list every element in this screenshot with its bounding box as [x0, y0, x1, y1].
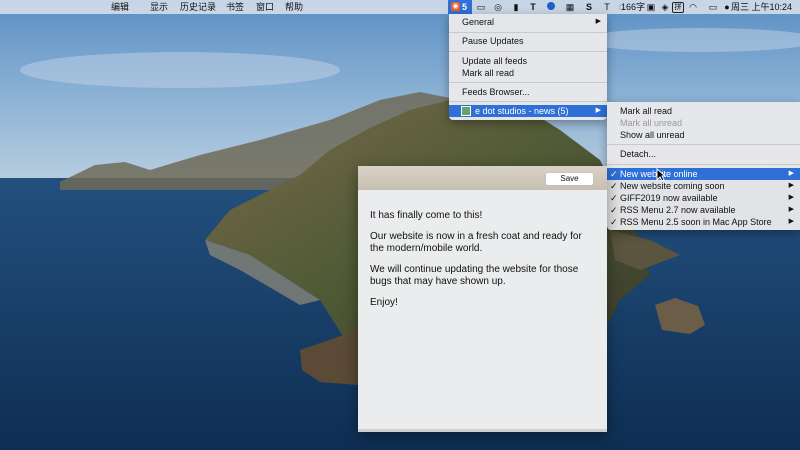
article-toolbar: Save: [358, 166, 607, 190]
article-paragraph: We will continue updating the website fo…: [370, 264, 579, 287]
menu-item-label: GIFF2019 now available: [620, 193, 718, 203]
bookmark-icon[interactable]: ▮: [511, 2, 521, 12]
checkmark-icon: ✓: [610, 169, 618, 179]
submenu-arrow-icon: ▶: [595, 107, 601, 114]
submenu-article-rssmenu-27[interactable]: ✓ RSS Menu 2.7 now available ▶: [607, 204, 800, 216]
menu-item-feed-edotstudios[interactable]: e dot studios - news (5) ▶: [449, 105, 607, 117]
submenu-arrow-icon: ▶: [788, 218, 794, 225]
rss-icon: ◉: [451, 2, 460, 11]
menu-item-label: General: [462, 17, 495, 27]
submenu-arrow-icon: ▶: [595, 18, 601, 25]
checkmark-icon: ✓: [610, 217, 618, 227]
text-t-icon[interactable]: T: [528, 2, 538, 12]
menu-item-general[interactable]: General ▶: [449, 16, 607, 28]
submenu-mark-all-unread: Mark all unread: [620, 118, 683, 128]
submenu-detach[interactable]: Detach...: [607, 148, 800, 160]
article-paragraph: It has finally come to this!: [370, 210, 483, 221]
menu-item-feeds-browser[interactable]: Feeds Browser...: [449, 86, 607, 98]
menu-item-label: RSS Menu 2.7 now available: [620, 205, 736, 215]
save-button[interactable]: Save: [546, 173, 593, 185]
submenu-article-new-website-coming-soon[interactable]: ✓ New website coming soon ▶: [607, 180, 800, 192]
checkmark-icon: ✓: [610, 181, 618, 191]
scrivener-s-icon[interactable]: S: [584, 2, 594, 12]
submenu-mark-all-read[interactable]: Mark all read: [607, 105, 800, 117]
rss-unread-badge: 5: [462, 2, 468, 12]
wifi-icon[interactable]: ◠: [687, 2, 699, 12]
article-paragraph: Enjoy!: [370, 297, 398, 308]
submenu-article-rssmenu-25[interactable]: ✓ RSS Menu 2.5 soon in Mac App Store ▶: [607, 216, 800, 228]
menu-separator: [449, 32, 607, 33]
dot-icon[interactable]: [546, 2, 556, 12]
rss-menu-extra[interactable]: ◉ 5: [448, 0, 472, 14]
menu-window[interactable]: 窗口: [256, 0, 274, 14]
checkmark-icon: ✓: [610, 205, 618, 215]
input-method[interactable]: 拼: [672, 2, 684, 13]
menu-item-mark-all-read[interactable]: Mark all read: [449, 67, 607, 79]
typora-t-icon[interactable]: T: [602, 2, 612, 12]
mouse-pointer-icon: [656, 168, 666, 182]
word-count[interactable]: 166字: [621, 0, 645, 14]
wechat-icon[interactable]: ◎: [492, 2, 504, 12]
article-body: It has finally come to this! Our website…: [370, 210, 598, 318]
menu-item-pause-updates[interactable]: Pause Updates: [449, 35, 607, 47]
feed-submenu: Mark all read Mark all unread Show all u…: [607, 102, 800, 230]
submenu-arrow-icon: ▶: [788, 170, 794, 177]
menu-history[interactable]: 历史记录: [180, 0, 216, 14]
menu-bookmarks[interactable]: 书签: [226, 0, 244, 14]
menu-help[interactable]: 帮助: [285, 0, 303, 14]
submenu-show-all-unread[interactable]: Show all unread: [607, 129, 800, 141]
checkmark-icon: ✓: [610, 193, 618, 203]
menu-bar: 编辑 显示 历史记录 书签 窗口 帮助 ◉ 5 ▭ ◎ ▮ T ▦ S T ◌ …: [0, 0, 800, 14]
clock[interactable]: 周三 上午10:24: [731, 0, 792, 14]
submenu-arrow-icon: ▶: [788, 206, 794, 213]
menu-separator: [607, 144, 800, 145]
clipboard-icon[interactable]: ▣: [646, 2, 656, 12]
menu-separator: [449, 101, 607, 102]
submenu-arrow-icon: ▶: [788, 182, 794, 189]
submenu-article-giff2019[interactable]: ✓ GIFF2019 now available ▶: [607, 192, 800, 204]
submenu-article-new-website-online[interactable]: ✓ New website online ▶: [607, 168, 800, 180]
window-bottom-edge: [358, 429, 607, 432]
submenu-arrow-icon: ▶: [788, 194, 794, 201]
menu-separator: [607, 164, 800, 165]
menu-item-label: RSS Menu 2.5 soon in Mac App Store: [620, 217, 772, 227]
shield-icon[interactable]: ◈: [660, 2, 670, 12]
article-paragraph: Our website is now in a fresh coat and r…: [370, 231, 582, 254]
menu-item-label: e dot studios - news (5): [475, 106, 569, 116]
menu-separator: [449, 51, 607, 52]
menu-view[interactable]: 显示: [150, 0, 168, 14]
menu-edit[interactable]: 编辑: [111, 0, 129, 14]
grid-icon[interactable]: ▦: [565, 2, 575, 12]
facetime-icon[interactable]: ▭: [475, 2, 487, 12]
battery-icon[interactable]: ▭: [706, 2, 720, 12]
menu-item-update-all-feeds[interactable]: Update all feeds: [449, 55, 607, 67]
menu-separator: [449, 82, 607, 83]
feed-favicon-icon: [461, 106, 471, 116]
menu-item-label: New website coming soon: [620, 181, 725, 191]
rss-dropdown-menu: General ▶ Pause Updates Update all feeds…: [449, 14, 607, 120]
article-preview-window: Save It has finally come to this! Our we…: [358, 166, 607, 432]
